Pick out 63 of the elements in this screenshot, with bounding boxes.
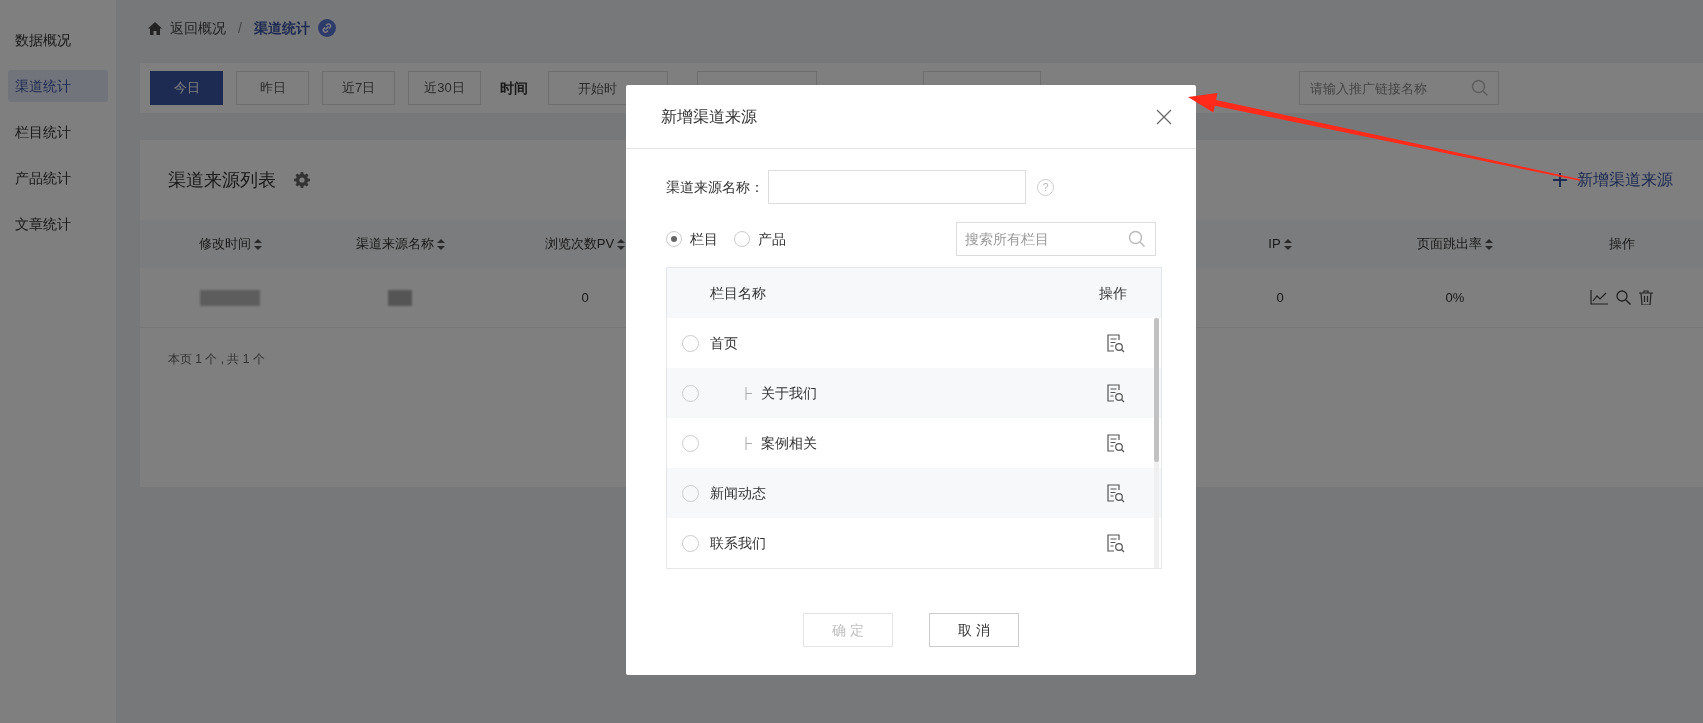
sort-icon[interactable] [253,238,262,250]
sort-icon[interactable] [1283,238,1292,250]
add-source-link[interactable]: 新增渠道来源 [1553,168,1675,192]
tree-branch-icon [745,386,753,400]
table-cell-text: 0 [581,288,589,307]
sidebar-item[interactable]: 文章统计 [8,208,108,240]
column-header[interactable]: 浏览次数PV [544,234,626,254]
radio-option[interactable]: 产品 [734,228,786,250]
settings-icon[interactable] [294,172,310,188]
document-search-icon[interactable] [1107,533,1125,553]
trash-icon[interactable] [1639,290,1653,305]
search-icon[interactable] [1616,290,1631,305]
redacted-text [388,289,412,306]
range-button[interactable]: 近7日 [322,71,395,105]
category-name: 关于我们 [761,383,817,403]
document-search-icon[interactable] [1107,333,1125,353]
name-field[interactable] [768,170,1026,204]
column-header[interactable]: 页面跳出率 [1417,234,1493,254]
search-field[interactable]: 搜索所有栏目 [956,222,1156,256]
range-button[interactable]: 近30日 [408,71,481,105]
tree-branch-icon [745,436,753,450]
sidebar-item[interactable]: 产品统计 [8,162,108,194]
list-title: 渠道来源列表 [168,168,276,192]
sidebar-item[interactable]: 数据概况 [8,24,108,56]
category-name: 联系我们 [710,533,766,553]
scrollbar[interactable] [1154,318,1159,462]
field-label: 渠道来源名称： [666,177,765,197]
home-icon[interactable] [148,21,162,35]
search-icon[interactable] [1128,230,1146,248]
close-icon[interactable] [1156,108,1172,125]
table-cell-text: 0% [1445,288,1465,307]
sidebar-item[interactable]: 渠道统计 [8,70,108,102]
sort-icon[interactable] [436,238,445,250]
document-search-icon[interactable] [1107,383,1125,403]
range-button[interactable]: 今日 [150,71,223,105]
category-name: 首页 [710,333,738,353]
plus-icon [1553,173,1567,187]
range-button[interactable]: 昨日 [236,71,309,105]
sort-icon[interactable] [1485,238,1493,250]
dialog-button[interactable]: 取 消 [929,613,1019,647]
column-header: 操作 [1099,283,1127,303]
breadcrumb-separator: / [238,18,242,38]
page-count-text: 本页 1 个 , 共 1 个 [168,352,265,366]
start-date-field[interactable]: 开始时 [548,71,668,105]
line-chart-icon[interactable] [1590,290,1608,305]
table-cell-text: 0 [1276,288,1284,307]
time-label: 时间 [500,78,528,98]
dialog-title: 新增渠道来源 [661,106,757,127]
sidebar-item[interactable]: 栏目统计 [8,116,108,148]
category-name: 案例相关 [761,433,817,453]
document-search-icon[interactable] [1107,483,1125,503]
link-icon[interactable] [317,19,336,37]
breadcrumb-link[interactable]: 返回概况 [170,17,226,39]
column-header: 栏目名称 [710,283,767,303]
column-header[interactable]: IP [1268,234,1292,254]
category-name: 新闻动态 [710,483,766,503]
radio-option[interactable]: 栏目 [666,228,718,250]
redacted-text [200,289,260,306]
column-header[interactable]: 修改时间 [198,234,262,254]
breadcrumb-current: 渠道统计 [253,18,310,38]
column-header[interactable]: 渠道来源名称 [355,234,445,254]
column-header[interactable]: 操作 [1608,234,1635,254]
document-search-icon[interactable] [1107,433,1125,453]
